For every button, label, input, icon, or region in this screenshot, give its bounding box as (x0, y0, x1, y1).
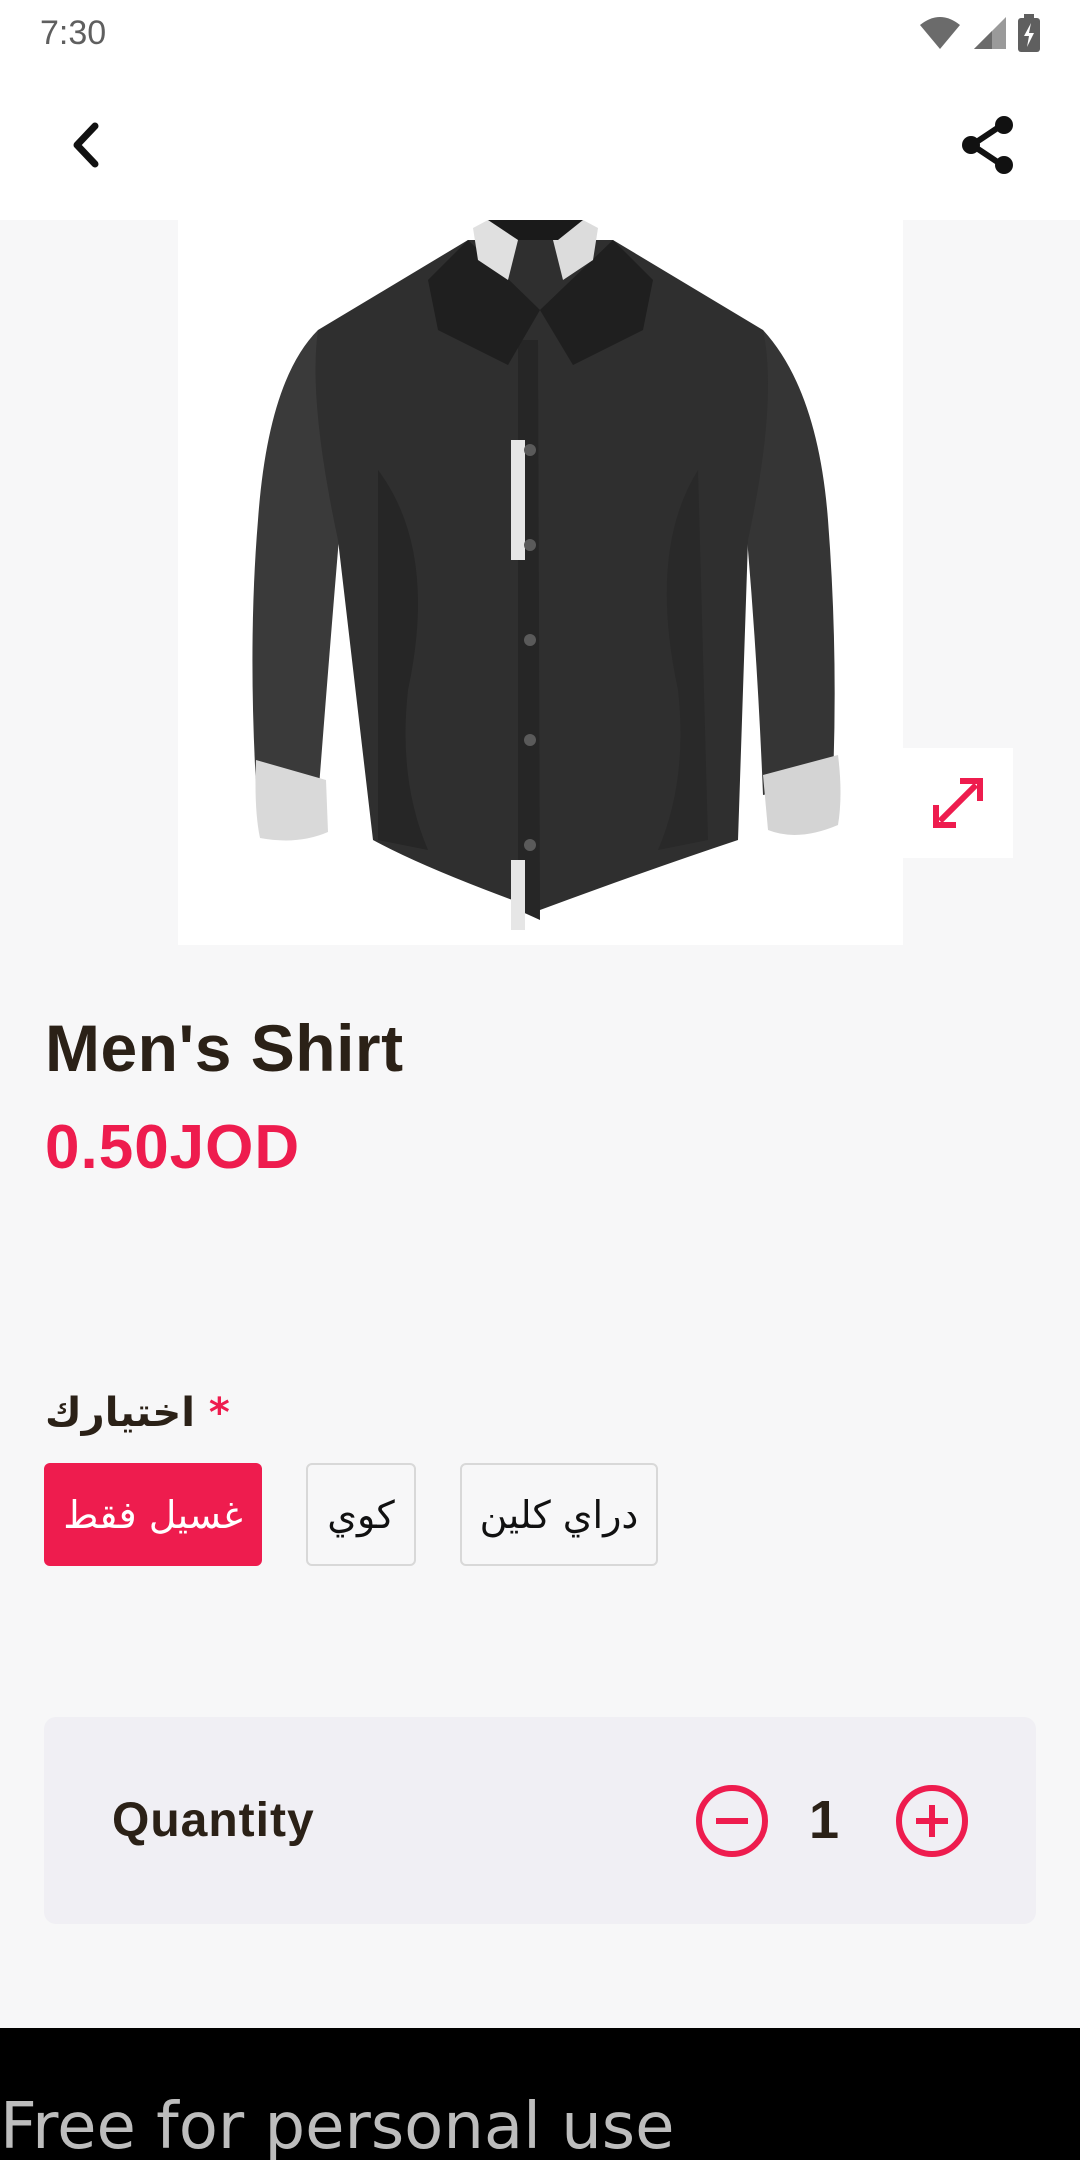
option-ironing[interactable]: كوي (306, 1463, 416, 1566)
back-button[interactable] (52, 110, 122, 180)
product-price: 0.50JOD (45, 1113, 301, 1182)
option-wash-only[interactable]: غسيل فقط (44, 1463, 262, 1566)
options-label: اختيارك * (45, 1390, 230, 1436)
product-title: Men's Shirt (45, 1011, 404, 1085)
quantity-card: Quantity 1 (44, 1717, 1036, 1924)
option-label: كوي (327, 1492, 395, 1537)
status-time: 7:30 (40, 13, 107, 52)
battery-charging-icon (1018, 14, 1040, 52)
increase-quantity-button[interactable] (894, 1783, 970, 1859)
product-image[interactable] (178, 220, 903, 945)
option-label: غسيل فقط (63, 1492, 243, 1537)
required-mark: * (208, 1390, 230, 1436)
option-label: دراي كلين (479, 1492, 639, 1537)
option-dry-clean[interactable]: دراي كلين (460, 1463, 658, 1566)
decrease-quantity-button[interactable] (694, 1783, 770, 1859)
shirt-image (252, 220, 841, 930)
chevron-left-icon (73, 122, 99, 168)
footer-text: Free for personal use (0, 2090, 675, 2160)
quantity-label: Quantity (112, 1794, 315, 1847)
plus-circle-icon (896, 1785, 968, 1857)
expand-arrows-icon (933, 778, 983, 828)
footer-banner: Free for personal use (0, 2028, 1080, 2160)
expand-image-button[interactable] (903, 748, 1013, 858)
status-bar: 7:30 (0, 0, 1080, 66)
quantity-value: 1 (808, 1790, 840, 1850)
app-bar (0, 66, 1080, 220)
wifi-icon (920, 17, 960, 49)
status-icons (918, 14, 1040, 52)
share-icon (962, 116, 1013, 174)
share-button[interactable] (948, 110, 1028, 180)
signal-icon (974, 17, 1006, 49)
options-label-text: اختيارك (45, 1390, 195, 1436)
minus-circle-icon (696, 1785, 768, 1857)
